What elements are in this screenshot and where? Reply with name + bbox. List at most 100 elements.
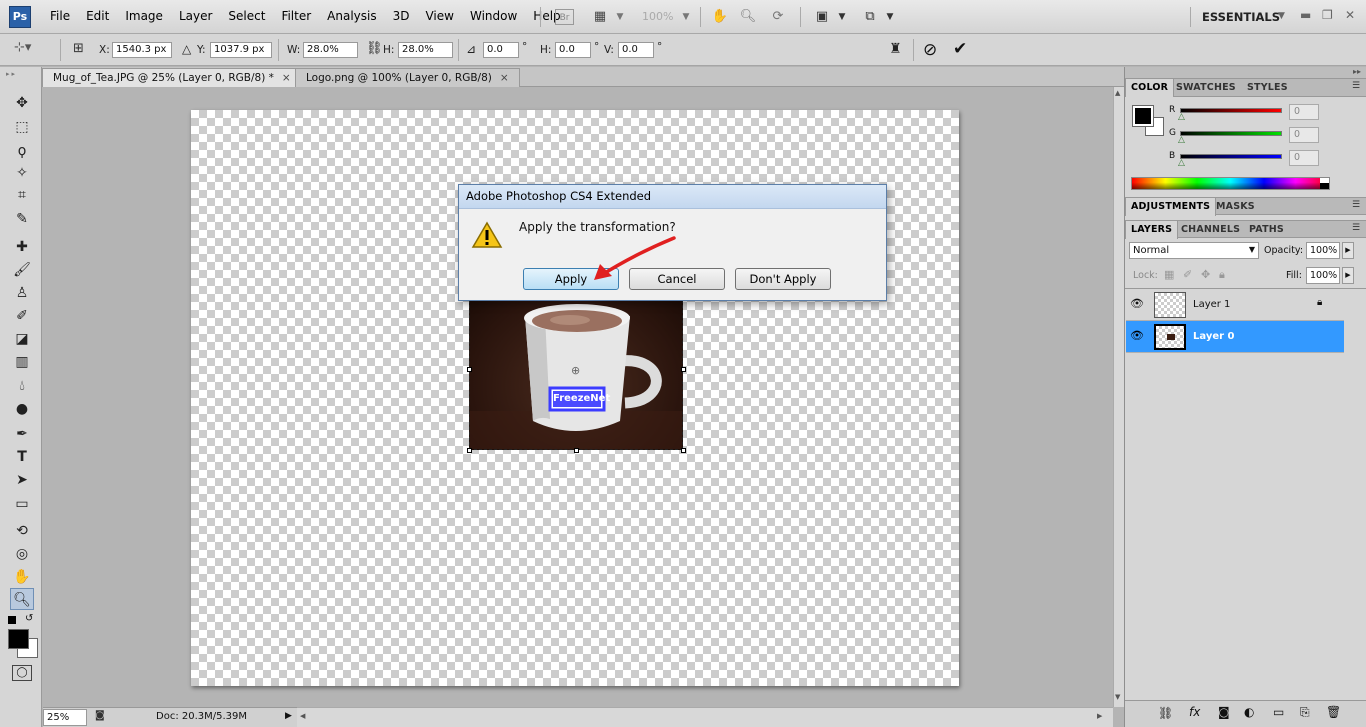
panel-menu-icon[interactable]: ☰: [1352, 223, 1360, 233]
menu-layer[interactable]: Layer: [171, 9, 220, 23]
pen-tool-icon[interactable]: ✒: [10, 423, 34, 445]
horizontal-skew-field[interactable]: 0.0: [555, 42, 591, 58]
x-position-field[interactable]: 1540.3 px: [112, 42, 172, 58]
zoom-level-display[interactable]: 100%: [642, 10, 673, 23]
red-value-field[interactable]: 0: [1289, 104, 1319, 120]
swap-colors-icon[interactable]: ↺: [25, 613, 33, 624]
tab-styles[interactable]: STYLES: [1242, 79, 1293, 97]
collapse-panels-icon[interactable]: ▸▸: [1353, 67, 1361, 76]
panel-menu-icon[interactable]: ☰: [1352, 81, 1360, 91]
restore-icon[interactable]: ❐: [1322, 8, 1333, 22]
transform-handle[interactable]: [467, 367, 472, 372]
new-group-icon[interactable]: ▭: [1273, 705, 1284, 719]
3d-orbit-tool-icon[interactable]: ◎: [10, 543, 34, 565]
slider-thumb-icon[interactable]: △: [1178, 112, 1185, 122]
quick-mask-icon[interactable]: ◯: [12, 665, 32, 681]
color-foreground-swatch[interactable]: [1132, 105, 1154, 127]
lock-transparent-icon[interactable]: ▦: [1164, 268, 1174, 281]
chevron-down-icon[interactable]: ▼: [610, 8, 630, 26]
magic-wand-tool-icon[interactable]: ✧: [10, 162, 34, 184]
warp-mode-icon[interactable]: ♜: [889, 41, 907, 59]
transform-handle[interactable]: [681, 367, 686, 372]
layer-row-layer-0[interactable]: 👁︎ Layer 0: [1126, 321, 1344, 353]
eraser-tool-icon[interactable]: ◪: [10, 328, 34, 350]
toolbox-grip[interactable]: ▸▸: [6, 70, 36, 78]
commit-transform-icon[interactable]: ✔: [953, 39, 973, 59]
tab-color[interactable]: COLOR: [1125, 79, 1175, 97]
link-icon[interactable]: ⛓: [366, 41, 383, 56]
delta-icon[interactable]: △: [182, 42, 191, 56]
close-icon[interactable]: ×: [282, 72, 291, 84]
menu-analysis[interactable]: Analysis: [319, 9, 384, 23]
fill-arrow-icon[interactable]: ▶: [1342, 267, 1354, 284]
status-menu-arrow-icon[interactable]: ▶: [285, 711, 292, 721]
tab-layers[interactable]: LAYERS: [1125, 221, 1179, 239]
chevron-down-icon[interactable]: ▼: [676, 8, 696, 26]
scroll-left-icon[interactable]: ◀: [300, 712, 305, 720]
default-colors-icon[interactable]: [8, 616, 16, 624]
green-value-field[interactable]: 0: [1289, 127, 1319, 143]
width-field[interactable]: 28.0%: [303, 42, 358, 58]
layer-style-icon[interactable]: fx: [1189, 705, 1200, 719]
arrange-documents-icon[interactable]: ▣: [812, 8, 832, 26]
marquee-tool-icon[interactable]: ⬚: [10, 116, 34, 138]
zoom-tool-icon[interactable]: 🔍︎: [10, 588, 34, 610]
gradient-tool-icon[interactable]: ▥: [10, 351, 34, 373]
transform-handle[interactable]: [574, 448, 579, 453]
slider-thumb-icon[interactable]: △: [1178, 158, 1185, 168]
blur-tool-icon[interactable]: 💧︎: [10, 375, 34, 397]
transform-handle[interactable]: [681, 448, 686, 453]
shape-tool-icon[interactable]: ▭: [10, 493, 34, 515]
lasso-tool-icon[interactable]: ϙ: [10, 140, 34, 162]
opacity-arrow-icon[interactable]: ▶: [1342, 242, 1354, 259]
minimize-icon[interactable]: ▬: [1300, 8, 1311, 22]
panel-menu-icon[interactable]: ☰: [1352, 200, 1360, 210]
link-layers-icon[interactable]: ⛓: [1158, 706, 1173, 720]
type-tool-icon[interactable]: T: [10, 446, 34, 468]
chevron-down-icon[interactable]: ▼: [1278, 11, 1285, 21]
menu-select[interactable]: Select: [220, 9, 273, 23]
lock-position-icon[interactable]: ✥: [1201, 268, 1210, 281]
new-layer-icon[interactable]: ⎘: [1300, 705, 1310, 720]
menu-window[interactable]: Window: [462, 9, 525, 23]
menu-3d[interactable]: 3D: [385, 9, 418, 23]
visibility-eye-icon[interactable]: 👁︎: [1130, 297, 1144, 310]
visibility-eye-icon[interactable]: 👁︎: [1130, 329, 1144, 342]
height-field[interactable]: 28.0%: [398, 42, 453, 58]
move-tool-preset-icon[interactable]: ⊹▾: [14, 40, 42, 60]
opacity-field[interactable]: 100%: [1306, 242, 1340, 259]
rotate-view-icon[interactable]: ⟳: [768, 8, 788, 26]
brush-tool-icon[interactable]: 🖌︎: [10, 259, 34, 281]
slider-thumb-icon[interactable]: △: [1178, 135, 1185, 145]
status-info-icon[interactable]: ◙: [95, 710, 105, 721]
green-slider[interactable]: [1180, 131, 1282, 136]
horizontal-scrollbar[interactable]: ◀ ▶: [297, 707, 1113, 727]
hand-tool-icon[interactable]: ✋: [710, 8, 730, 26]
clone-stamp-tool-icon[interactable]: ♙: [10, 282, 34, 304]
fill-field[interactable]: 100%: [1306, 267, 1340, 284]
blend-mode-select[interactable]: Normal ▼: [1129, 242, 1259, 259]
menu-view[interactable]: View: [417, 9, 461, 23]
zoom-field[interactable]: 25%: [43, 709, 87, 726]
menu-file[interactable]: File: [42, 9, 78, 23]
menu-image[interactable]: Image: [117, 9, 171, 23]
rotation-field[interactable]: 0.0: [483, 42, 519, 58]
lock-all-icon[interactable]: 🔒︎: [1219, 268, 1225, 282]
y-position-field[interactable]: 1037.9 px: [210, 42, 272, 58]
scroll-up-icon[interactable]: ▲: [1115, 89, 1120, 97]
layer-row-layer-1[interactable]: 👁︎ Layer 1 🔒︎: [1126, 289, 1344, 321]
crop-tool-icon[interactable]: ⌗: [10, 184, 34, 206]
chevron-down-icon[interactable]: ▼: [832, 8, 852, 26]
zoom-tool-icon[interactable]: 🔍︎: [738, 8, 758, 26]
adjustment-layer-icon[interactable]: ◐: [1244, 705, 1254, 719]
close-icon[interactable]: ✕: [1345, 8, 1355, 22]
vertical-scrollbar[interactable]: ▲ ▼: [1113, 87, 1124, 707]
foreground-color-swatch[interactable]: [8, 629, 29, 649]
delete-layer-icon[interactable]: 🗑︎: [1326, 705, 1341, 719]
hand-tool-icon[interactable]: ✋: [10, 566, 34, 588]
scroll-right-icon[interactable]: ▶: [1097, 712, 1102, 720]
blue-slider[interactable]: [1180, 154, 1282, 159]
screen-mode-icon[interactable]: ⧉: [860, 8, 880, 26]
dont-apply-button[interactable]: Don't Apply: [735, 268, 831, 290]
color-ramp[interactable]: [1131, 177, 1330, 190]
